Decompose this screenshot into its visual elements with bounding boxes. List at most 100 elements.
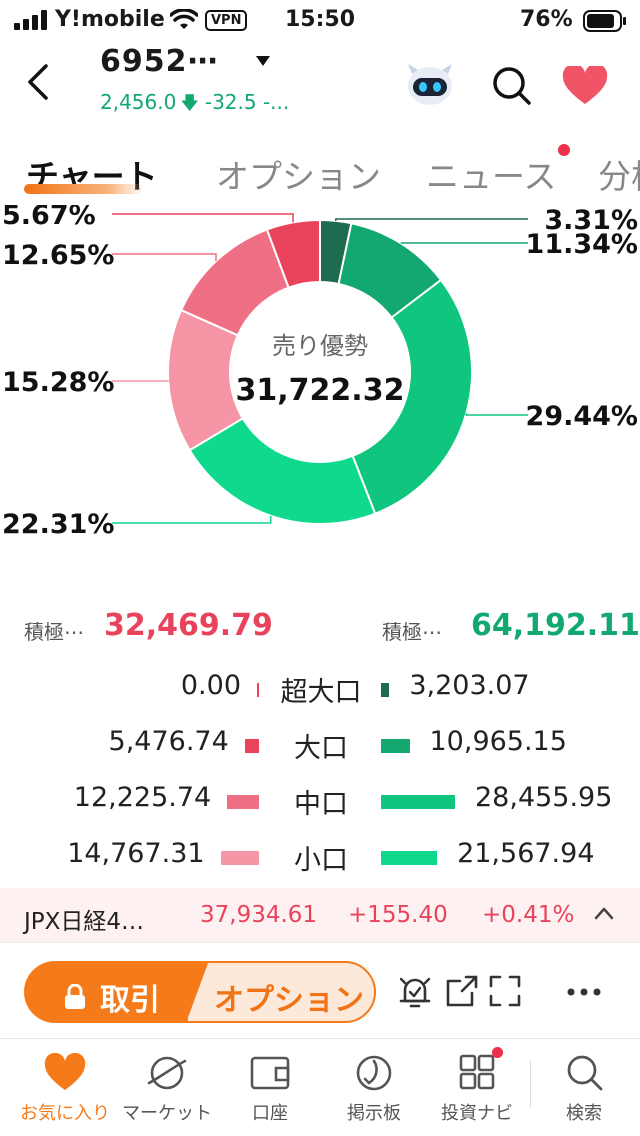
back-chevron-icon[interactable]	[24, 62, 52, 102]
battery-icon	[583, 10, 626, 32]
breakdown-sell-bar	[257, 683, 259, 697]
grid-icon	[459, 1054, 495, 1090]
clock: 15:50	[285, 7, 356, 32]
board-icon	[356, 1055, 392, 1091]
battery-percent: 76%	[520, 7, 573, 32]
favorite-heart-icon[interactable]	[562, 66, 608, 106]
donut-leader-line	[465, 413, 528, 416]
sell-summary-label: 積極⋯	[24, 620, 84, 644]
breakdown-sell-value: 5,476.74	[108, 726, 229, 757]
more-icon[interactable]	[566, 987, 602, 997]
nav-account-label: 口座	[252, 1103, 288, 1124]
stock-code[interactable]: 6952⋯	[100, 44, 219, 79]
aggressive-summary: 積極⋯ 32,469.79 積極⋯ 64,192.11	[0, 606, 640, 650]
breakdown-sell-value: 14,767.31	[67, 838, 205, 869]
donut-chart: 3.31%11.34%29.44%22.31%15.28%12.65%5.67%…	[2, 205, 638, 540]
search-icon	[567, 1055, 603, 1091]
action-bar: 取引 オプション	[0, 942, 640, 1038]
donut-segment-label: 11.34%	[526, 229, 638, 260]
nav-board[interactable]: 掲示板	[314, 1039, 434, 1136]
breakdown-row: 12,225.74 中口 28,455.95	[0, 772, 640, 828]
breakdown-sell-bar	[220, 851, 259, 865]
stock-change: -32.5	[204, 90, 257, 114]
bottom-navigation: お気に入り マーケット 口座 掲示板 投資ナビ 検索	[0, 1038, 640, 1136]
option-button-label: オプション	[214, 983, 364, 1018]
stock-header: 6952⋯ 2,456.0 🡇 -32.5 -...	[0, 40, 640, 122]
breakdown-buy-value: 21,567.94	[457, 838, 595, 869]
sell-summary-value: 32,469.79	[104, 608, 273, 643]
breakdown-buy-value: 3,203.07	[409, 670, 530, 701]
chevron-up-icon[interactable]	[594, 906, 614, 920]
buy-summary-value: 64,192.11	[471, 608, 640, 643]
stock-price: 2,456.0	[100, 90, 177, 114]
nav-search[interactable]: 検索	[524, 1039, 640, 1136]
index-change-pct: +0.41%	[482, 902, 575, 928]
vpn-badge: VPN	[205, 10, 248, 31]
wifi-icon	[170, 9, 198, 29]
breakdown-sell-bar	[227, 795, 259, 809]
tab-news[interactable]: ニュース	[426, 150, 556, 198]
breakdown-size-label: 中口	[294, 789, 348, 820]
index-name: JPX日経4…	[24, 909, 145, 935]
tab-analysis[interactable]: 分析	[598, 150, 640, 198]
breakdown-size-label: 小口	[294, 845, 348, 876]
nav-search-label: 検索	[566, 1103, 602, 1124]
donut-center-value: 31,722.32	[236, 373, 405, 408]
breakdown-row: 5,476.74 大口 10,965.15	[0, 716, 640, 772]
donut-segment-label: 15.28%	[2, 367, 114, 398]
donut-leader-line	[112, 515, 272, 524]
tab-bar: チャート オプション ニュース 分析	[0, 140, 640, 204]
donut-center-label: 売り優勢	[272, 332, 368, 360]
trade-button-label: 取引	[100, 983, 160, 1018]
nav-board-label: 掲示板	[347, 1103, 401, 1124]
money-flow-donut: 3.31% 11.34% 29.44% 22.31% 15.28% 12.65% 5.67%…	[0, 205, 640, 585]
donut-segment-label: 12.65%	[2, 240, 114, 271]
option-button[interactable]: オプション	[186, 961, 376, 1023]
breakdown-size-label: 大口	[294, 733, 348, 764]
breakdown-buy-value: 28,455.95	[475, 782, 613, 813]
robot-assistant-icon[interactable]	[402, 60, 458, 108]
invest-navi-notification-dot	[492, 1047, 503, 1058]
lock-icon	[65, 984, 85, 1009]
news-notification-dot	[558, 144, 570, 156]
donut-leader-line	[400, 242, 528, 244]
trade-button[interactable]: 取引	[24, 961, 216, 1023]
donut-leader-line	[112, 253, 217, 262]
share-icon[interactable]	[444, 973, 480, 1009]
nav-market[interactable]: マーケット	[107, 1039, 227, 1136]
breakdown-buy-bar	[381, 739, 410, 753]
donut-leader-line	[335, 218, 528, 221]
donut-segment-label: 29.44%	[526, 401, 638, 432]
index-price: 37,934.61	[200, 902, 318, 928]
fullscreen-icon[interactable]	[489, 975, 521, 1007]
nav-invest-navi-label: 投資ナビ	[441, 1103, 513, 1124]
wallet-icon	[250, 1056, 290, 1090]
search-icon[interactable]	[490, 64, 532, 106]
breakdown-size-label: 超大口	[280, 677, 362, 708]
planet-icon	[147, 1056, 187, 1090]
breakdown-row: 0.00 超大口 3,203.07	[0, 660, 640, 716]
active-tab-underline	[24, 184, 144, 194]
nav-account[interactable]: 口座	[210, 1039, 330, 1136]
dropdown-triangle-icon[interactable]	[255, 55, 271, 67]
buy-summary-label: 積極⋯	[382, 620, 442, 644]
breakdown-sell-value: 12,225.74	[73, 782, 212, 813]
donut-leader-line	[112, 213, 294, 223]
tab-options[interactable]: オプション	[216, 150, 381, 198]
donut-segment-label: 5.67%	[2, 205, 96, 231]
quote-line: 2,456.0 🡇 -32.5 -...	[100, 90, 289, 121]
donut-segment-label: 22.31%	[2, 509, 114, 540]
down-arrow-icon: 🡇	[180, 93, 199, 114]
breakdown-sell-bar	[244, 739, 259, 753]
stock-change-pct: -...	[262, 90, 290, 114]
breakdown-row: 14,767.31 小口 21,567.94	[0, 828, 640, 884]
carrier-name: Y!mobile	[55, 7, 165, 32]
signal-icon	[14, 10, 47, 30]
price-alert-bell-icon[interactable]	[397, 973, 433, 1011]
index-ticker[interactable]: JPX日経4… 37,934.61 +155.40 +0.41%	[0, 888, 640, 942]
breakdown-buy-bar	[381, 795, 455, 809]
nav-invest-navi[interactable]: 投資ナビ	[417, 1039, 537, 1136]
status-bar: Y!mobile VPN 15:50 76%	[0, 0, 640, 40]
heart-icon	[44, 1053, 86, 1090]
breakdown-sell-value: 0.00	[180, 670, 241, 701]
